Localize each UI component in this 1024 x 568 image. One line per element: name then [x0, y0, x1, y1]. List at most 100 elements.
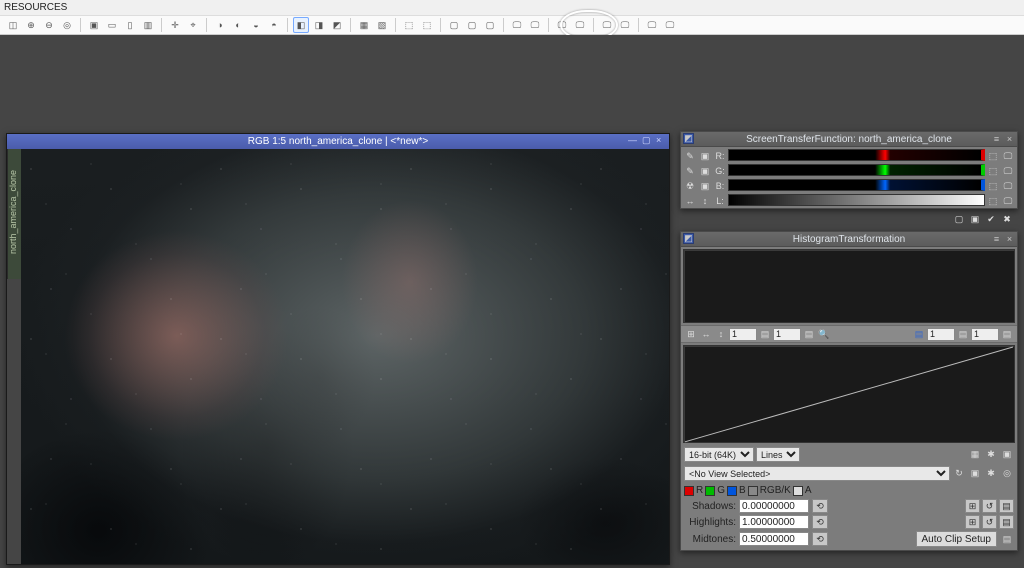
- row-btn-b-icon[interactable]: ↺: [982, 499, 997, 513]
- image-viewport[interactable]: [21, 149, 669, 564]
- view-refresh-icon[interactable]: ↻: [952, 467, 966, 481]
- histogram-input-graph[interactable]: [683, 249, 1015, 323]
- preview-new-icon[interactable]: ▭: [104, 17, 120, 33]
- plotmode-select[interactable]: Lines: [756, 447, 800, 462]
- stf-gradient[interactable]: [728, 179, 985, 191]
- zoom-search-icon[interactable]: 🔍: [817, 327, 831, 341]
- stepper-icon[interactable]: ▤: [1000, 327, 1014, 341]
- stf-boost-icon[interactable]: 🖵: [617, 17, 633, 33]
- midtones-input[interactable]: [739, 532, 809, 546]
- stepper-icon[interactable]: ▤: [758, 327, 772, 341]
- hist-opt-a-icon[interactable]: ▦: [968, 448, 982, 462]
- zoom-in-icon[interactable]: ⊕: [23, 17, 39, 33]
- zoom-1to1-icon[interactable]: ◎: [59, 17, 75, 33]
- zoom-expand-icon[interactable]: ⊞: [684, 327, 698, 341]
- histogram-drag-icon[interactable]: ◩: [683, 233, 694, 244]
- window-close-icon[interactable]: ×: [656, 135, 666, 145]
- dup-mask-icon[interactable]: ◩: [329, 17, 345, 33]
- stf-link-icon[interactable]: 🖵: [572, 17, 588, 33]
- bitdepth-select[interactable]: 16-bit (64K): [684, 447, 754, 462]
- screen-b-icon[interactable]: ▢: [464, 17, 480, 33]
- stepper-icon[interactable]: ▤: [802, 327, 816, 341]
- zoom-v-input[interactable]: [773, 328, 801, 341]
- container-b-icon[interactable]: ⬚: [419, 17, 435, 33]
- histogram-panel[interactable]: ◩ HistogramTransformation ≡ × ⊞ ↔ ↕ ▤ ▤ …: [680, 231, 1018, 551]
- window-maximize-icon[interactable]: ▢: [642, 135, 652, 145]
- out-zoom-v-input[interactable]: [971, 328, 999, 341]
- probe-icon[interactable]: ⌖: [185, 17, 201, 33]
- shadows-input[interactable]: [739, 499, 809, 513]
- readout-icon[interactable]: ✛: [167, 17, 183, 33]
- row-btn-a-icon[interactable]: ⊞: [965, 515, 980, 529]
- highlights-reset-icon[interactable]: ⟲: [812, 515, 828, 529]
- row-btn-c-icon[interactable]: ▤: [999, 515, 1014, 529]
- stf-link-icon[interactable]: ⬚: [986, 164, 1000, 178]
- row-btn-b-icon[interactable]: ↺: [982, 515, 997, 529]
- channel-r-swatch[interactable]: [684, 486, 694, 496]
- channel-a-swatch[interactable]: [793, 486, 803, 496]
- stepper-icon[interactable]: ▤: [956, 327, 970, 341]
- stf-track-icon[interactable]: ↕: [698, 194, 712, 208]
- stf-link-icon[interactable]: ⬚: [986, 179, 1000, 193]
- new-mask-icon[interactable]: ◧: [293, 17, 309, 33]
- menu-resources[interactable]: RESOURCES: [4, 2, 67, 13]
- histogram-curve-graph[interactable]: [683, 345, 1015, 443]
- zoom-h-input[interactable]: [729, 328, 757, 341]
- stf-edit-icon[interactable]: ↔: [683, 194, 697, 208]
- mask-remove-icon[interactable]: ◓: [266, 17, 282, 33]
- stf-panel[interactable]: ◩ ScreenTransferFunction: north_america_…: [680, 131, 1018, 209]
- container-a-icon[interactable]: ⬚: [401, 17, 417, 33]
- process-b-icon[interactable]: ▧: [374, 17, 390, 33]
- stf-menu-icon[interactable]: ≡: [991, 133, 1002, 144]
- zoom-fit-icon[interactable]: ◫: [5, 17, 21, 33]
- zoom-out-icon[interactable]: ⊖: [41, 17, 57, 33]
- stf-drag-icon[interactable]: ◩: [683, 133, 694, 144]
- display-blue-icon[interactable]: 🖵: [509, 17, 525, 33]
- stf-zoom-icon[interactable]: 🖵: [1001, 179, 1015, 193]
- histogram-close-icon[interactable]: ×: [1004, 233, 1015, 244]
- stf-track-icon[interactable]: ▣: [698, 179, 712, 193]
- histogram-titlebar[interactable]: ◩ HistogramTransformation ≡ ×: [681, 232, 1017, 247]
- preview-mod-icon[interactable]: ▥: [140, 17, 156, 33]
- stf-edit-icon[interactable]: ☢: [683, 179, 697, 193]
- stf-gradient[interactable]: [728, 164, 985, 176]
- image-window[interactable]: RGB 1:5 north_america_clone | <*new*> — …: [6, 133, 670, 565]
- stf-link-icon[interactable]: ⬚: [986, 149, 1000, 163]
- autoclip-button[interactable]: Auto Clip Setup: [916, 531, 998, 547]
- stf-footer-icon-0[interactable]: ▢: [952, 212, 966, 226]
- channel-b-swatch[interactable]: [727, 486, 737, 496]
- stf-zoom-icon[interactable]: 🖵: [1001, 194, 1015, 208]
- output-zoom-icon[interactable]: ▤: [912, 327, 926, 341]
- hist-opt-b-icon[interactable]: ✱: [984, 448, 998, 462]
- stf-gradient[interactable]: [728, 149, 985, 161]
- highlights-input[interactable]: [739, 515, 809, 529]
- stf-zoom-icon[interactable]: 🖵: [1001, 164, 1015, 178]
- image-window-titlebar[interactable]: RGB 1:5 north_america_clone | <*new*> — …: [7, 134, 669, 149]
- process-a-icon[interactable]: ▦: [356, 17, 372, 33]
- window-minimize-icon[interactable]: —: [628, 135, 638, 145]
- stf-gradient[interactable]: [728, 194, 985, 206]
- zoom-fit-h-icon[interactable]: ↔: [699, 327, 713, 341]
- stf-link-icon[interactable]: ⬚: [986, 194, 1000, 208]
- channel-rgbk-swatch[interactable]: [748, 486, 758, 496]
- zoom-fit-v-icon[interactable]: ↕: [714, 327, 728, 341]
- view-gear-icon[interactable]: ✱: [984, 467, 998, 481]
- preview-del-icon[interactable]: ▯: [122, 17, 138, 33]
- screen-a-icon[interactable]: ▢: [446, 17, 462, 33]
- histogram-menu-icon[interactable]: ≡: [991, 233, 1002, 244]
- mask-show-icon[interactable]: ◑: [212, 17, 228, 33]
- mask-invert-icon[interactable]: ◐: [230, 17, 246, 33]
- stf-apply-icon[interactable]: 🖵: [644, 17, 660, 33]
- stf-footer-icon-3[interactable]: ✖: [1000, 212, 1014, 226]
- hist-opt-c-icon[interactable]: ▣: [1000, 448, 1014, 462]
- stf-reset-icon[interactable]: 🖵: [599, 17, 615, 33]
- stf-track-icon[interactable]: ▣: [698, 149, 712, 163]
- stf-footer-icon-1[interactable]: ▣: [968, 212, 982, 226]
- view-select[interactable]: <No View Selected>: [684, 466, 950, 481]
- stf-zoom-icon[interactable]: 🖵: [1001, 149, 1015, 163]
- row-btn-c-icon[interactable]: ▤: [999, 499, 1014, 513]
- display-black-icon[interactable]: 🖵: [527, 17, 543, 33]
- midtones-reset-icon[interactable]: ⟲: [812, 532, 828, 546]
- autoclip-opt-icon[interactable]: ▤: [1000, 532, 1014, 546]
- stf-footer-icon-2[interactable]: ✔: [984, 212, 998, 226]
